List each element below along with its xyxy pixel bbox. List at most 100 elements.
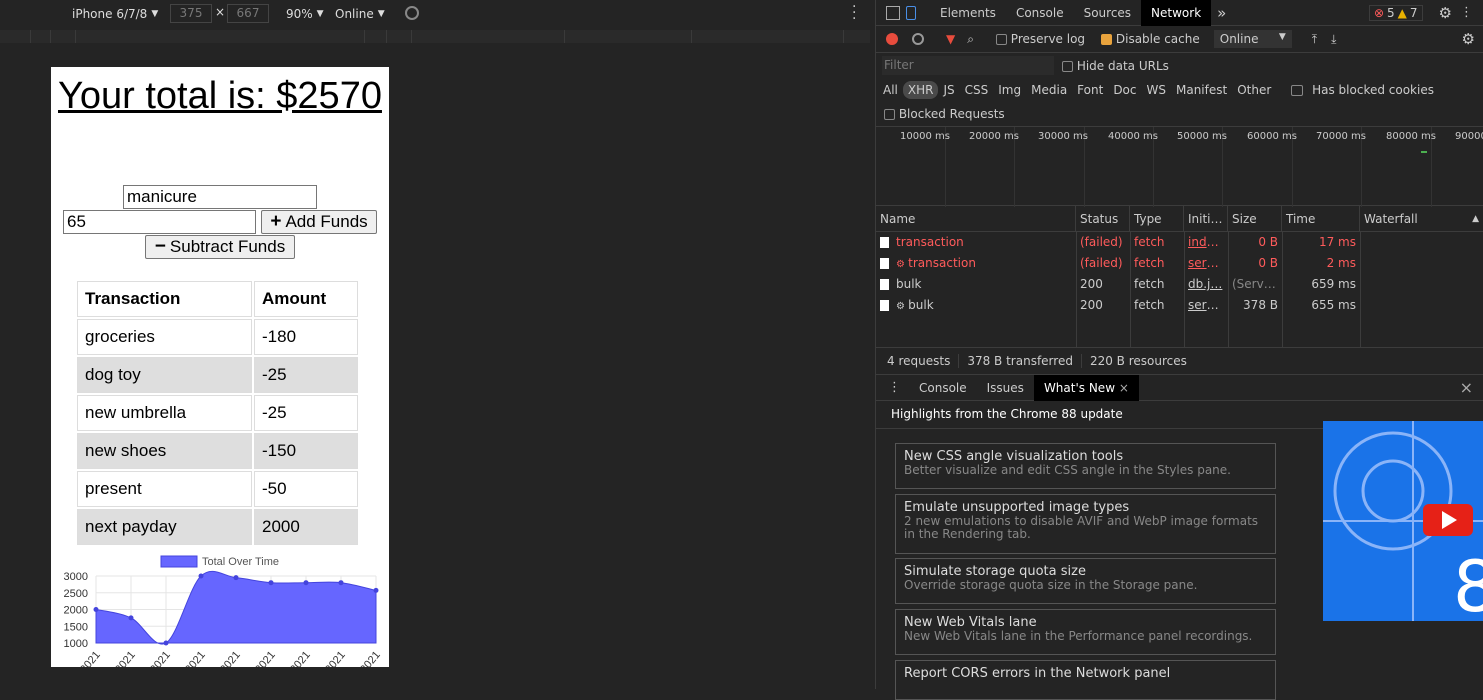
type-filter-media[interactable]: Media [1026,81,1072,99]
request-initiator[interactable]: inde… [1184,232,1228,253]
request-status: 200 [1080,277,1103,291]
chrome-88-promo-thumbnail[interactable]: 8 [1323,421,1483,621]
record-icon[interactable] [886,33,898,45]
type-filter-other[interactable]: Other [1232,81,1276,99]
tab-console[interactable]: Console [1006,0,1074,26]
drawer-menu-icon[interactable]: ⋮ [888,380,901,395]
zoom-select[interactable]: 90% ▼ [286,7,324,21]
close-tab-icon[interactable]: × [1119,381,1129,395]
dropdown-arrow-icon: ▼ [151,8,159,19]
disable-cache-checkbox[interactable]: Disable cache [1101,32,1200,46]
device-select[interactable]: iPhone 6/7/8 ▼ [72,7,158,21]
column-header: Transaction [77,281,252,317]
card-title: Simulate storage quota size [904,564,1086,579]
column-name[interactable]: Name [876,206,1076,231]
search-icon[interactable]: ⌕ [967,32,974,47]
whats-new-card[interactable]: Report CORS errors in the Network panel [895,660,1276,700]
throttle-select[interactable]: Online ▼ [1213,30,1292,48]
type-filter-font[interactable]: Font [1072,81,1108,99]
preserve-log-checkbox[interactable]: Preserve log [995,32,1085,46]
width-input[interactable]: 375 [170,4,212,23]
whats-new-card[interactable]: New CSS angle visualization tools Better… [895,443,1276,489]
table-row: next payday 2000 [77,509,358,545]
data-point [198,573,204,579]
network-settings-gear-icon[interactable]: ⚙ [1462,30,1475,48]
filter-input[interactable]: Filter [882,56,1054,75]
network-overview-timeline[interactable]: 10000 ms 20000 ms 30000 ms 40000 ms 5000… [876,126,1483,207]
kebab-menu-icon[interactable]: ⋮ [1460,5,1473,20]
request-initiator[interactable]: serv… [1184,253,1228,274]
type-filter-js[interactable]: JS [938,81,959,99]
request-row[interactable]: ⚙ transaction (failed) fetch serv… 0 B 2 ms [876,253,1483,274]
document-icon [880,258,889,269]
column-time[interactable]: Time [1282,206,1360,231]
column-size[interactable]: Size [1228,206,1282,231]
settings-gear-icon[interactable]: ⚙ [1439,4,1452,22]
type-filter-img[interactable]: Img [993,81,1026,99]
export-har-icon[interactable]: ⤓ [1331,32,1336,47]
card-description: Override storage quota size in the Stora… [904,578,1198,592]
import-har-icon[interactable]: ⤒ [1312,32,1317,47]
transaction-name: next payday [77,509,252,545]
column-initiator[interactable]: Initi… [1184,206,1228,231]
more-tabs-icon[interactable]: » [1217,4,1226,22]
document-icon [880,279,889,290]
device-toggle-icon[interactable] [906,5,916,20]
request-type: fetch [1134,235,1165,249]
drawer-tab-whats-new[interactable]: What's New × [1033,374,1139,401]
service-worker-gear-icon: ⚙ [896,259,909,270]
network-select[interactable]: Online ▼ [335,7,385,21]
more-options-icon[interactable]: · · · [852,0,856,26]
blocked-requests-checkbox[interactable]: Blocked Requests [884,107,1005,121]
type-filter-css[interactable]: CSS [960,81,994,99]
document-icon [880,237,889,248]
type-filter-all[interactable]: All [878,81,903,99]
column-waterfall[interactable]: Waterfall ▲ [1360,206,1483,231]
type-filter-manifest[interactable]: Manifest [1171,81,1232,99]
request-row[interactable]: ⚙ bulk 200 fetch serv… 378 B 655 ms [876,295,1483,316]
service-worker-gear-icon: ⚙ [896,301,909,312]
whats-new-card[interactable]: Simulate storage quota size Override sto… [895,558,1276,604]
media-query-ruler[interactable] [0,30,870,43]
request-initiator[interactable]: serv… [1184,295,1228,316]
issues-counter[interactable]: ⊗ 5 ▲ 7 [1368,4,1423,21]
hide-data-urls-checkbox[interactable]: Hide data URLs [1062,59,1169,73]
request-initiator[interactable]: db.j… [1184,274,1228,295]
tab-elements[interactable]: Elements [930,0,1006,26]
transaction-name-input[interactable]: manicure [123,185,317,209]
data-point [338,580,344,586]
add-funds-button[interactable]: + Add Funds [261,210,377,234]
has-blocked-cookies-checkbox[interactable]: Has blocked cookies [1286,81,1444,99]
type-filter-ws[interactable]: WS [1142,81,1171,99]
drawer-tab-issues[interactable]: Issues [977,375,1034,401]
x-tick-label: 2021 [78,649,103,667]
y-tick-label: 2000 [64,605,88,617]
height-input[interactable]: 667 [227,4,269,23]
legend-label: Total Over Time [202,556,279,568]
request-row[interactable]: bulk 200 fetch db.j… (Servi… 659 ms [876,274,1483,295]
tab-sources[interactable]: Sources [1074,0,1141,26]
subtract-funds-button[interactable]: − Subtract Funds [145,235,295,259]
request-row[interactable]: transaction (failed) fetch inde… 0 B 17 ms [876,232,1483,253]
type-filter-xhr[interactable]: XHR [902,81,939,99]
drawer-tab-console[interactable]: Console [909,375,977,401]
type-filter-doc[interactable]: Doc [1108,81,1141,99]
card-title: New CSS angle visualization tools [904,449,1124,464]
tab-network[interactable]: Network [1141,0,1212,26]
clear-icon[interactable] [912,33,924,45]
devtools-tab-bar: Elements Console Sources Network » ⊗ 5 ▲ 7… [876,0,1483,26]
transaction-amount-input[interactable]: 65 [63,210,256,234]
inspect-element-icon[interactable] [886,5,900,20]
column-status[interactable]: Status [1076,206,1130,231]
timeline-request-bar [1421,151,1427,153]
network-summary-bar: 4 requests 378 B transferred 220 B resou… [876,347,1483,375]
close-drawer-icon[interactable]: × [1460,378,1473,397]
whats-new-card[interactable]: New Web Vitals lane New Web Vitals lane … [895,609,1276,655]
network-label: Online [335,6,374,21]
column-type[interactable]: Type [1130,206,1184,231]
filter-icon[interactable]: ▼ [946,32,955,46]
rotate-icon[interactable] [405,6,419,20]
device-toolbar: iPhone 6/7/8 ▼ 375 × 667 90% ▼ Online ▼ · · · [0,0,875,27]
whats-new-card[interactable]: Emulate unsupported image types 2 new em… [895,494,1276,554]
card-description: New Web Vitals lane in the Performance p… [904,629,1253,643]
